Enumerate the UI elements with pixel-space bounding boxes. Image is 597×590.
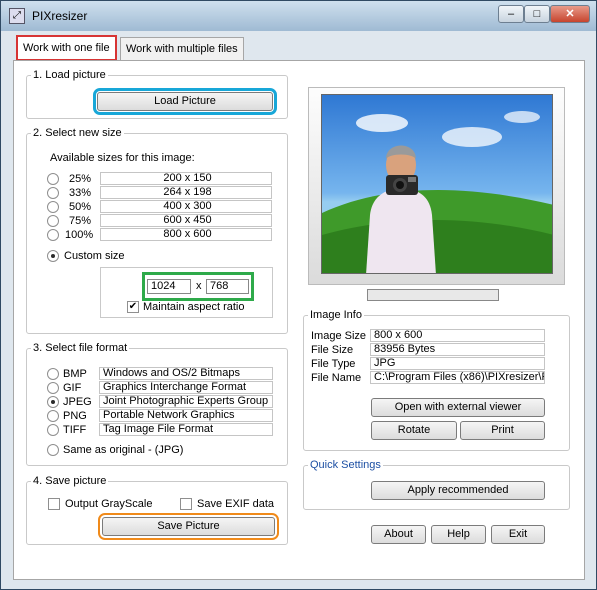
format-name: BMP bbox=[63, 368, 87, 380]
save-picture-button[interactable]: Save Picture bbox=[98, 513, 279, 540]
exit-button[interactable]: Exit bbox=[491, 525, 545, 544]
tab-one-file[interactable]: Work with one file bbox=[16, 35, 117, 61]
load-picture-button[interactable]: Load Picture bbox=[93, 88, 277, 115]
exif-label: Save EXIF data bbox=[197, 498, 275, 510]
format-name: PNG bbox=[63, 410, 87, 422]
format-name: GIF bbox=[63, 382, 82, 394]
size-radio[interactable] bbox=[47, 229, 59, 241]
minimize-button[interactable]: – bbox=[498, 5, 524, 23]
format-radio[interactable] bbox=[47, 382, 59, 394]
image-info-legend: Image Info bbox=[310, 309, 362, 321]
info-value: JPG bbox=[370, 357, 545, 370]
apply-recommended-button[interactable]: Apply recommended bbox=[371, 481, 545, 500]
tab-multiple-files[interactable]: Work with multiple files bbox=[120, 37, 244, 61]
available-sizes-label: Available sizes for this image: bbox=[50, 152, 195, 164]
info-value: C:\Program Files (x86)\PIXresizer\PIX bbox=[370, 371, 545, 384]
new-size-legend: 2. Select new size bbox=[33, 127, 122, 139]
file-format-legend: 3. Select file format bbox=[33, 342, 128, 354]
width-input[interactable]: 1024 bbox=[147, 279, 191, 294]
size-radio[interactable] bbox=[47, 187, 59, 199]
grayscale-label: Output GrayScale bbox=[65, 498, 153, 510]
quick-settings-legend: Quick Settings bbox=[310, 459, 381, 471]
format-radio[interactable] bbox=[47, 424, 59, 436]
size-percent: 100% bbox=[65, 229, 94, 241]
height-input[interactable]: 768 bbox=[206, 279, 249, 294]
size-percent: 33% bbox=[69, 187, 92, 199]
info-label: File Name bbox=[311, 372, 362, 384]
exif-checkbox[interactable] bbox=[180, 498, 192, 510]
size-dimensions: 400 x 300 bbox=[100, 200, 272, 213]
rotate-button[interactable]: Rotate bbox=[371, 421, 457, 440]
size-radio[interactable] bbox=[47, 215, 59, 227]
format-radio[interactable] bbox=[47, 396, 59, 408]
monitor-stand bbox=[367, 289, 499, 301]
format-description: Graphics Interchange Format bbox=[99, 381, 273, 394]
info-value: 800 x 600 bbox=[370, 329, 545, 342]
about-button[interactable]: About bbox=[371, 525, 426, 544]
format-description: Joint Photographic Experts Group bbox=[99, 395, 273, 408]
title-bar[interactable]: ⤢ PIXresizer – □ ✕ bbox=[1, 1, 596, 31]
grayscale-checkbox[interactable] bbox=[48, 498, 60, 510]
format-description: Windows and OS/2 Bitmaps bbox=[99, 367, 273, 380]
open-external-viewer-button[interactable]: Open with external viewer bbox=[371, 398, 545, 417]
size-radio[interactable] bbox=[47, 201, 59, 213]
save-picture-legend: 4. Save picture bbox=[33, 475, 107, 487]
size-dimensions: 600 x 450 bbox=[100, 214, 272, 227]
info-label: File Size bbox=[311, 344, 354, 356]
load-picture-legend: 1. Load picture bbox=[33, 69, 106, 81]
same-format-label: Same as original - (JPG) bbox=[63, 444, 184, 456]
resize-app-icon: ⤢ bbox=[9, 8, 25, 24]
format-name: JPEG bbox=[63, 396, 92, 408]
format-description: Tag Image File Format bbox=[99, 423, 273, 436]
window-title: PIXresizer bbox=[32, 9, 88, 23]
same-format-radio[interactable] bbox=[47, 444, 59, 456]
print-button[interactable]: Print bbox=[460, 421, 545, 440]
preview-image bbox=[321, 94, 553, 274]
format-description: Portable Network Graphics bbox=[99, 409, 273, 422]
maintain-aspect-label: Maintain aspect ratio bbox=[143, 301, 245, 313]
format-radio[interactable] bbox=[47, 410, 59, 422]
info-label: File Type bbox=[311, 358, 356, 370]
maximize-button[interactable]: □ bbox=[524, 5, 550, 23]
app-window: ⤢ PIXresizer – □ ✕ Work with one file Wo… bbox=[0, 0, 597, 590]
info-value: 83956 Bytes bbox=[370, 343, 545, 356]
custom-size-label: Custom size bbox=[64, 250, 125, 262]
size-percent: 50% bbox=[69, 201, 92, 213]
info-label: Image Size bbox=[311, 330, 367, 342]
size-percent: 25% bbox=[69, 173, 92, 185]
close-button[interactable]: ✕ bbox=[550, 5, 590, 23]
maintain-aspect-checkbox[interactable]: ✔ bbox=[127, 301, 139, 313]
custom-size-radio[interactable] bbox=[47, 250, 59, 262]
size-dimensions: 200 x 150 bbox=[100, 172, 272, 185]
size-percent: 75% bbox=[69, 215, 92, 227]
size-radio[interactable] bbox=[47, 173, 59, 185]
custom-size-fields: 1024 x 768 bbox=[142, 272, 254, 301]
format-name: TIFF bbox=[63, 424, 87, 436]
preview-monitor bbox=[308, 87, 565, 285]
size-dimensions: 264 x 198 bbox=[100, 186, 272, 199]
format-radio[interactable] bbox=[47, 368, 59, 380]
times-sign: x bbox=[196, 280, 202, 292]
size-dimensions: 800 x 600 bbox=[100, 228, 272, 241]
help-button[interactable]: Help bbox=[431, 525, 486, 544]
